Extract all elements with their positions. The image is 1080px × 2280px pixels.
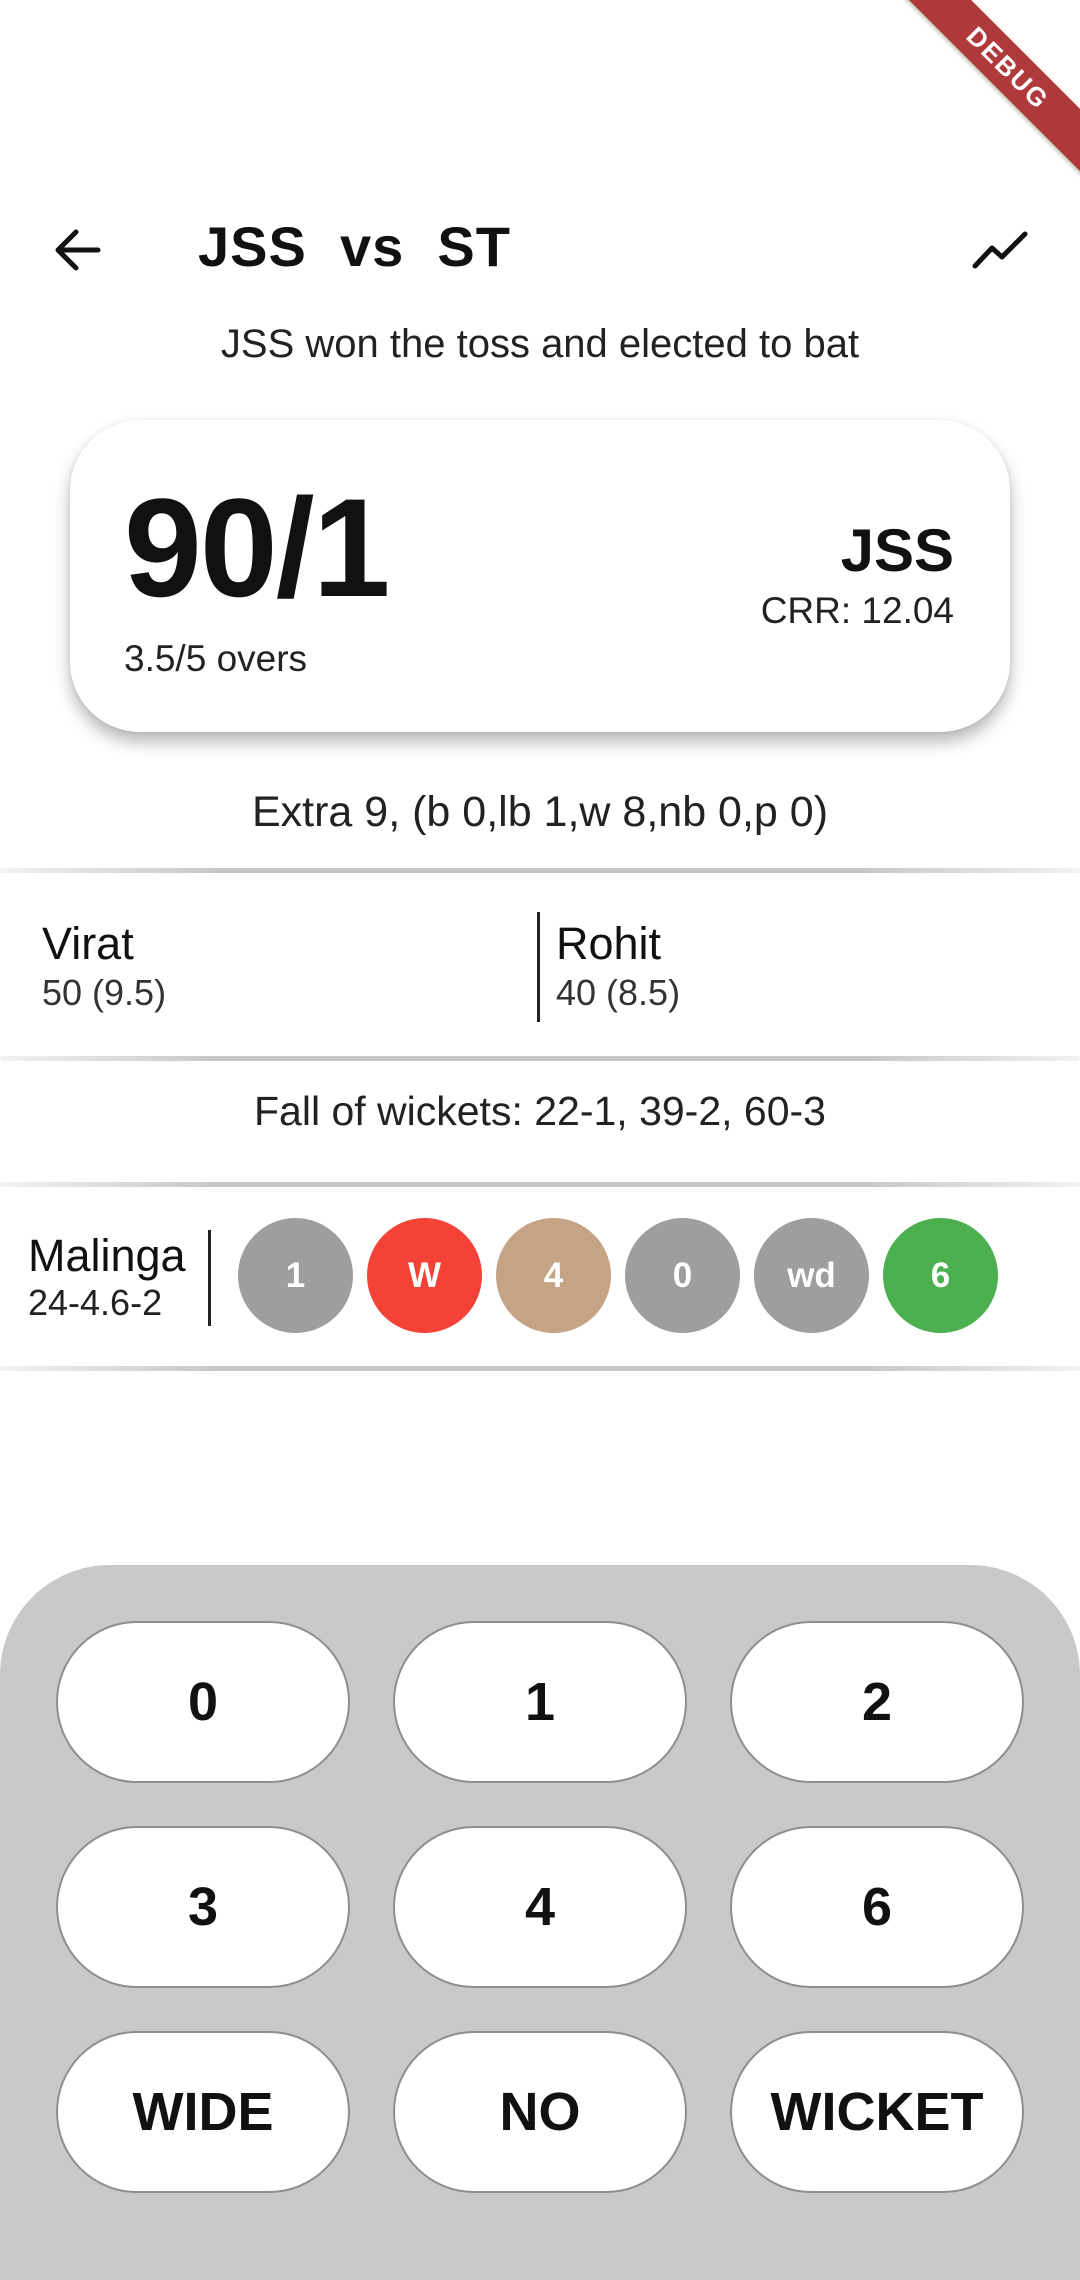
page-title: JSS vs ST [198,215,511,278]
batting-team: JSS [840,517,954,584]
divider [0,868,1080,873]
ball-chip: W [367,1218,482,1333]
batsmen-separator [537,912,540,1022]
total-score: 90/1 [124,469,390,626]
run-2-button[interactable]: 2 [730,1621,1024,1783]
fall-of-wickets: Fall of wickets: 22-1, 39-2, 60-3 [254,1088,826,1134]
bowler-separator [208,1230,211,1326]
batsman-striker[interactable]: Virat 50 (9.5) [42,918,166,1014]
app-bar: JSS vs ST [0,200,1080,300]
divider [0,1056,1080,1061]
toss-result-text: JSS won the toss and elected to bat [220,322,860,366]
ball-chip: 1 [238,1218,353,1333]
batsman-name: Virat [42,918,134,969]
ball-chip: wd [754,1218,869,1333]
scoring-keypad: 0 1 2 3 4 6 WIDE NO WICKET [0,1565,1080,2280]
divider [0,1366,1080,1371]
batsman-name: Rohit [556,918,662,969]
stats-chart-button[interactable] [960,220,1040,280]
trending-line-icon [972,231,1028,269]
arrow-left-icon [55,229,101,271]
run-6-button[interactable]: 6 [730,1826,1024,1988]
batsmen-row: Virat 50 (9.5) Rohit 40 (8.5) [0,902,1080,1032]
current-run-rate: CRR: 12.04 [760,590,954,631]
run-1-button[interactable]: 1 [393,1621,687,1783]
score-card: 90/1 3.5/5 overs JSS CRR: 12.04 [70,420,1010,732]
batsman-stat: 40 (8.5) [556,972,681,1013]
extras-summary: Extra 9, (b 0,lb 1,w 8,nb 0,p 0) [251,788,829,836]
run-4-button[interactable]: 4 [393,1826,687,1988]
bowler-row: Malinga 24-4.6-2 1 W 4 0 wd 6 [0,1210,1080,1350]
batsman-non-striker[interactable]: Rohit 40 (8.5) [556,918,680,1014]
ball-chip: 4 [496,1218,611,1333]
run-0-button[interactable]: 0 [56,1621,350,1783]
debug-banner: DEBUG [900,0,1080,176]
ball-chip: 0 [625,1218,740,1333]
run-3-button[interactable]: 3 [56,1826,350,1988]
bowler-figures: 24-4.6-2 [28,1282,163,1323]
bowler-info: Malinga 24-4.6-2 [28,1230,186,1324]
divider [0,1182,1080,1187]
back-button[interactable] [38,220,118,280]
wicket-button[interactable]: WICKET [730,2031,1024,2193]
batsman-stat: 50 (9.5) [42,972,167,1013]
no-ball-button[interactable]: NO [393,2031,687,2193]
over-balls: 1 W 4 0 wd 6 [238,1218,998,1333]
overs-count: 3.5/5 overs [124,638,308,679]
match-scoring-screen: DEBUG JSS vs ST JSS won the toss and ele… [0,0,1080,2280]
bowler-name: Malinga [28,1230,186,1281]
wide-button[interactable]: WIDE [56,2031,350,2193]
ball-chip: 6 [883,1218,998,1333]
